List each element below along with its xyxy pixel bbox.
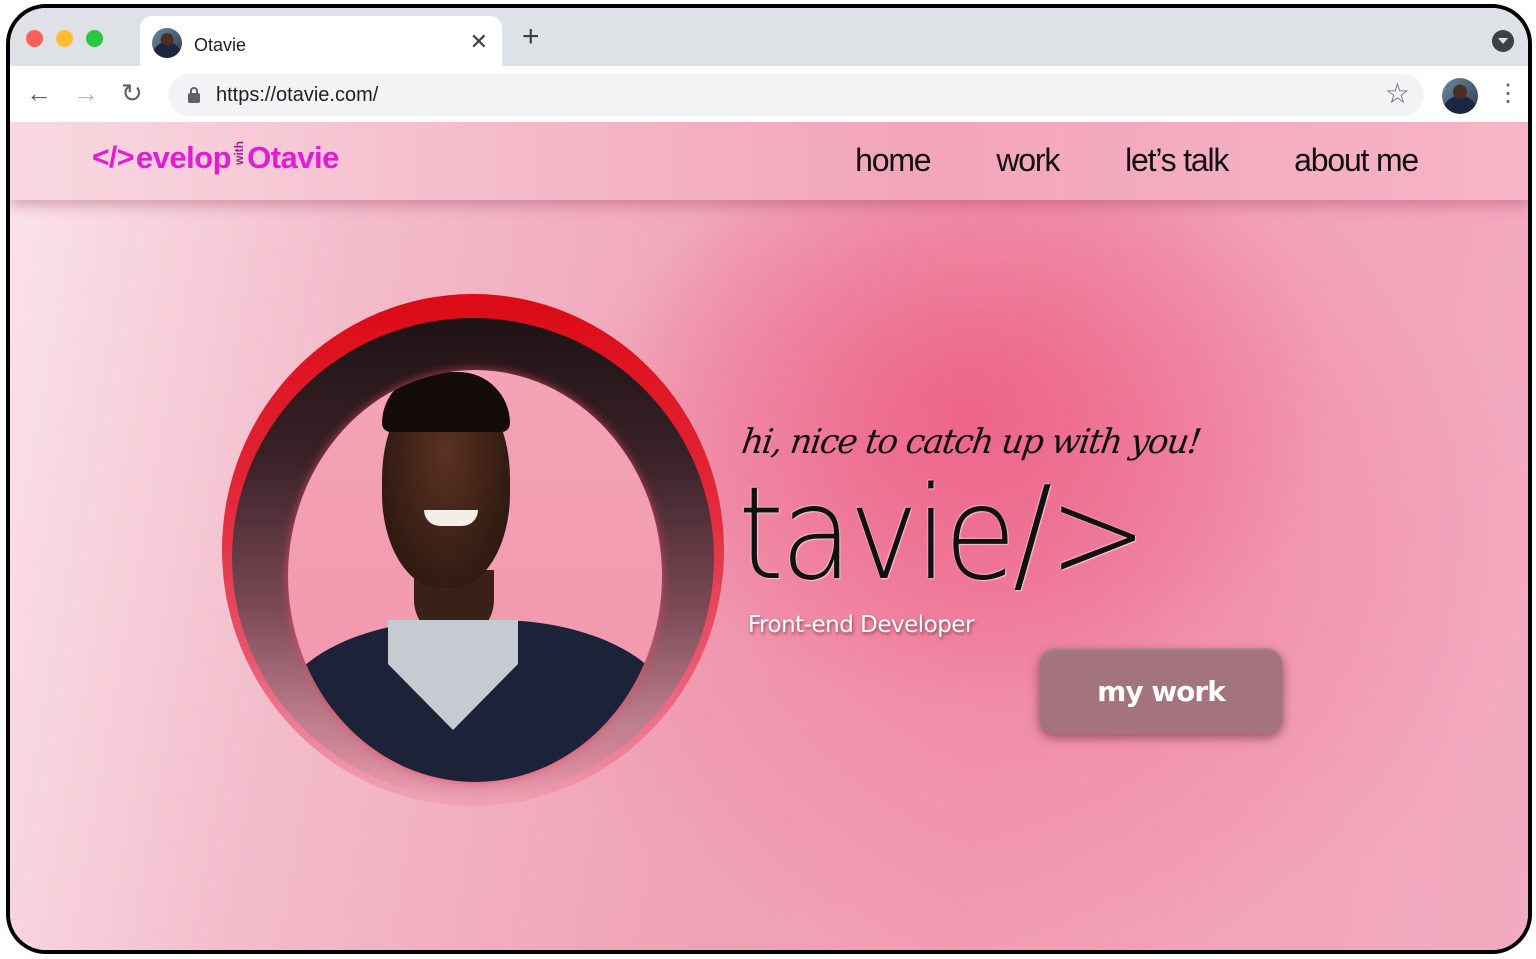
profile-avatar[interactable]	[1442, 78, 1478, 114]
profile-photo	[288, 370, 662, 782]
photo-hair	[382, 372, 510, 432]
nav-link-about-me[interactable]: about me	[1294, 142, 1419, 179]
back-arrow-icon[interactable]: ←	[26, 78, 52, 108]
logo-word: evelop	[135, 140, 232, 175]
hero-name-text: tavie/>	[738, 460, 1147, 609]
tab-title: Otavie	[194, 35, 247, 55]
minimize-window-button[interactable]	[56, 30, 73, 47]
my-work-button[interactable]: my work	[1039, 648, 1283, 734]
hero-name: tavie/>	[738, 460, 1147, 609]
new-tab-button[interactable]: +	[522, 22, 540, 52]
browser-menu-icon[interactable]: ⋮	[1496, 78, 1520, 110]
url-text[interactable]: https://otavie.com/	[216, 84, 378, 107]
browser-window: Otavie ✕ + ← → ↻ https://otavie.com/ ☆ ⋮…	[6, 4, 1532, 954]
forward-arrow-icon[interactable]: →	[73, 78, 99, 108]
tab-strip: Otavie ✕ +	[10, 8, 1528, 68]
hero-role: Front-end Developer	[748, 612, 974, 638]
main-nav: home work let’s talk about me	[855, 142, 1419, 179]
nav-link-work[interactable]: work	[996, 142, 1060, 179]
bookmark-star-icon[interactable]: ☆	[1385, 78, 1410, 110]
web-page: </> evelop with Otavie home work let’s t…	[10, 122, 1528, 950]
photo-smile	[424, 510, 478, 526]
logo-with: with	[232, 141, 247, 165]
logo-name: Otavie	[247, 140, 339, 175]
nav-link-lets-talk[interactable]: let’s talk	[1125, 142, 1229, 179]
nav-link-home[interactable]: home	[855, 142, 931, 179]
site-header: </> evelop with Otavie home work let’s t…	[10, 122, 1528, 200]
profile-photo-ring-inner	[232, 318, 714, 798]
favicon-icon	[152, 28, 182, 58]
logo-brackets: </>	[92, 141, 134, 174]
lock-icon[interactable]	[188, 87, 200, 103]
hero-greeting: hi, nice to catch up with you!	[739, 422, 1203, 462]
site-logo[interactable]: </> evelop with Otavie	[92, 136, 339, 180]
tab-search-icon[interactable]	[1492, 30, 1514, 52]
browser-toolbar: ← → ↻ https://otavie.com/ ☆ ⋮	[10, 66, 1528, 122]
reload-icon[interactable]: ↻	[121, 78, 143, 108]
close-window-button[interactable]	[26, 30, 43, 47]
close-tab-icon[interactable]: ✕	[470, 28, 488, 56]
maximize-window-button[interactable]	[86, 30, 103, 47]
browser-tab[interactable]: Otavie ✕	[140, 16, 502, 68]
address-bar[interactable]: https://otavie.com/ ☆	[168, 74, 1424, 116]
profile-photo-ring	[222, 294, 724, 806]
